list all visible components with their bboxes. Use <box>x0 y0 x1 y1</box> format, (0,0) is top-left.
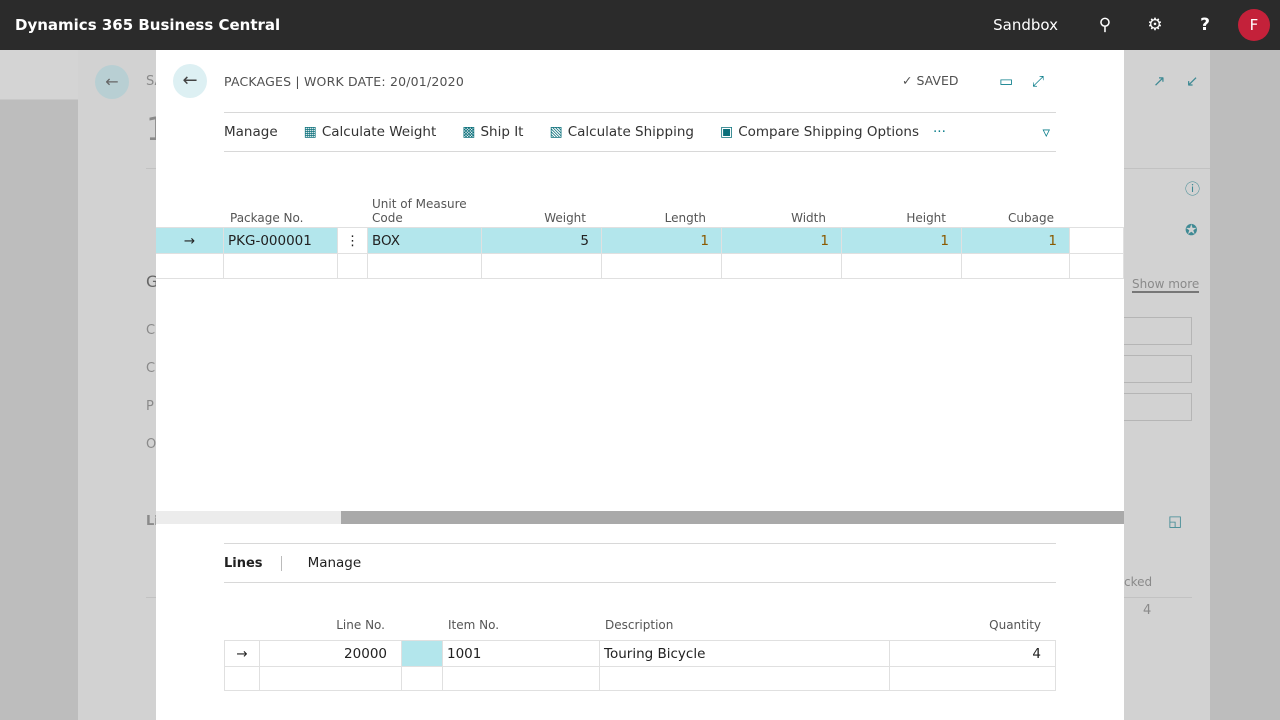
background-strip <box>0 50 78 100</box>
col-length[interactable]: Length <box>602 185 722 225</box>
action-label: Ship It <box>480 124 524 140</box>
col-item-no[interactable]: Item No. <box>442 592 599 632</box>
environment-label[interactable]: Sandbox <box>993 16 1058 34</box>
col-width[interactable]: Width <box>722 185 842 225</box>
col-uom[interactable]: Unit of Measure Code <box>368 185 482 225</box>
scrollbar-thumb[interactable] <box>341 511 1124 524</box>
col-package-no[interactable]: Package No. <box>224 185 368 225</box>
background-back-icon: ← <box>95 65 129 99</box>
show-more-link[interactable]: Show more <box>1132 277 1200 293</box>
app-title[interactable]: Dynamics 365 Business Central <box>15 16 280 34</box>
bg-field: C <box>146 361 156 376</box>
calculator-icon: ▦ <box>303 124 317 140</box>
bg-field: C <box>146 323 156 338</box>
collapse-icon[interactable]: ↙ <box>1186 72 1199 90</box>
action-label: Compare Shipping Options <box>738 124 919 140</box>
action-label: Manage <box>224 124 278 140</box>
compare-shipping-button[interactable]: ▣ Compare Shipping Options <box>720 124 919 140</box>
cell-package-no[interactable]: PKG-000001 <box>224 228 338 254</box>
avatar[interactable]: F <box>1238 9 1270 41</box>
bg-field: O <box>146 437 157 452</box>
manage-menu[interactable]: Manage <box>224 124 278 140</box>
bg-field-box <box>1122 393 1192 421</box>
table-row-empty[interactable] <box>156 253 1124 279</box>
packages-header: Package No. Unit of Measure Code Weight … <box>156 185 1070 225</box>
saved-status: ✓ SAVED <box>902 73 958 88</box>
cell-height[interactable]: 1 <box>842 228 962 254</box>
open-new-icon[interactable]: ↗ <box>1153 72 1166 90</box>
lines-header: Line No. Item No. Description Quantity <box>224 592 1055 632</box>
row-selector[interactable] <box>402 641 443 667</box>
gear-icon[interactable]: ⚙ <box>1130 15 1180 35</box>
bg-field: P <box>146 399 154 414</box>
row-menu-icon[interactable]: ⋮ <box>338 228 368 254</box>
more-options-button[interactable]: ··· <box>933 124 946 140</box>
col-description[interactable]: Description <box>599 592 889 632</box>
bg-date-field <box>1122 317 1192 345</box>
action-label: Calculate Weight <box>321 124 437 140</box>
tab-manage[interactable]: Manage <box>308 555 362 571</box>
search-icon[interactable]: ⚲ <box>1080 15 1130 35</box>
top-bar: Dynamics 365 Business Central Sandbox ⚲ … <box>0 0 1280 50</box>
expand-icon[interactable]: ⤢ <box>1032 72 1044 90</box>
open-new-window-icon[interactable]: ▭ <box>999 72 1013 90</box>
cell-width[interactable]: 1 <box>722 228 842 254</box>
bg-col-header: cked <box>1124 575 1153 589</box>
back-button[interactable]: ← <box>173 64 207 98</box>
col-weight[interactable]: Weight <box>482 185 602 225</box>
table-row[interactable]: → PKG-000001 ⋮ BOX 5 1 1 1 1 <box>156 227 1124 254</box>
cell-item-no[interactable]: 1001 <box>443 641 600 667</box>
ship-icon: ▩ <box>462 124 476 140</box>
bg-qty: 4 <box>1143 603 1152 618</box>
lines-tabs: Lines Manage <box>224 543 1056 583</box>
cell-weight[interactable]: 5 <box>482 228 602 254</box>
col-line-no[interactable]: Line No. <box>259 592 401 632</box>
help-icon[interactable]: ? <box>1180 15 1230 35</box>
table-row[interactable]: → 20000 1001 Touring Bicycle 4 <box>224 640 1056 667</box>
cell-description[interactable]: Touring Bicycle <box>600 641 890 667</box>
cell-quantity[interactable]: 4 <box>890 641 1056 667</box>
filter-icon[interactable]: ▿ <box>1042 123 1050 141</box>
horizontal-scrollbar[interactable] <box>156 511 1124 524</box>
tab-lines[interactable]: Lines <box>224 555 282 571</box>
col-quantity[interactable]: Quantity <box>889 592 1055 632</box>
compare-icon: ▣ <box>719 124 734 140</box>
shipping-calc-icon: ▧ <box>549 124 563 140</box>
row-arrow-icon: → <box>156 228 224 254</box>
pin-icon[interactable]: ✪ <box>1185 221 1198 239</box>
cell-line-no[interactable]: 20000 <box>260 641 402 667</box>
ship-it-button[interactable]: ▩ Ship It <box>462 124 523 140</box>
row-arrow-icon: → <box>225 641 260 667</box>
bg-date-field <box>1122 355 1192 383</box>
col-height[interactable]: Height <box>842 185 962 225</box>
page-title: PACKAGES | WORK DATE: 20/01/2020 <box>224 74 464 89</box>
expand-icon[interactable]: ◱ <box>1168 512 1182 530</box>
action-label: Calculate Shipping <box>567 124 694 140</box>
action-bar: Manage ▦ Calculate Weight ▩ Ship It ▧ Calcu… <box>224 112 1056 152</box>
calculate-weight-button[interactable]: ▦ Calculate Weight <box>304 124 437 140</box>
calculate-shipping-button[interactable]: ▧ Calculate Shipping <box>549 124 693 140</box>
col-cubage[interactable]: Cubage <box>962 185 1070 225</box>
cell-length[interactable]: 1 <box>602 228 722 254</box>
cell-cubage[interactable]: 1 <box>962 228 1070 254</box>
info-icon[interactable]: ⓘ <box>1185 178 1200 199</box>
cell-uom[interactable]: BOX <box>368 228 482 254</box>
packages-dialog: ← PACKAGES | WORK DATE: 20/01/2020 ✓ SAV… <box>156 50 1124 720</box>
table-row-empty[interactable] <box>224 665 1056 691</box>
check-icon: ✓ <box>902 73 913 88</box>
saved-label: SAVED <box>916 73 959 88</box>
